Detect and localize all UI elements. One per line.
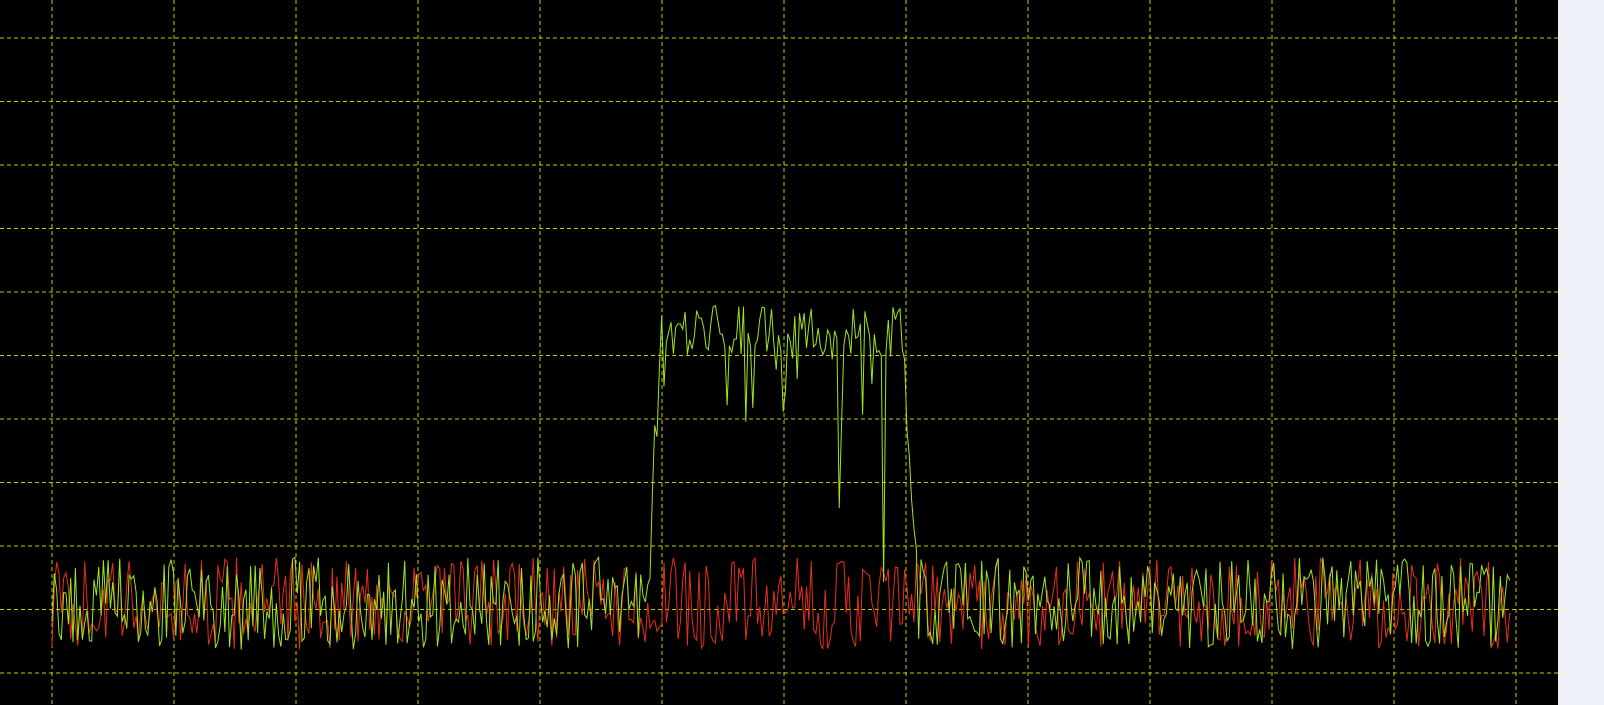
side-panel	[1558, 0, 1604, 705]
plot-background	[0, 0, 1558, 705]
spectrum-analyzer-window	[0, 0, 1604, 705]
spectrum-display	[0, 0, 1558, 705]
spectrum-plot	[0, 0, 1558, 705]
